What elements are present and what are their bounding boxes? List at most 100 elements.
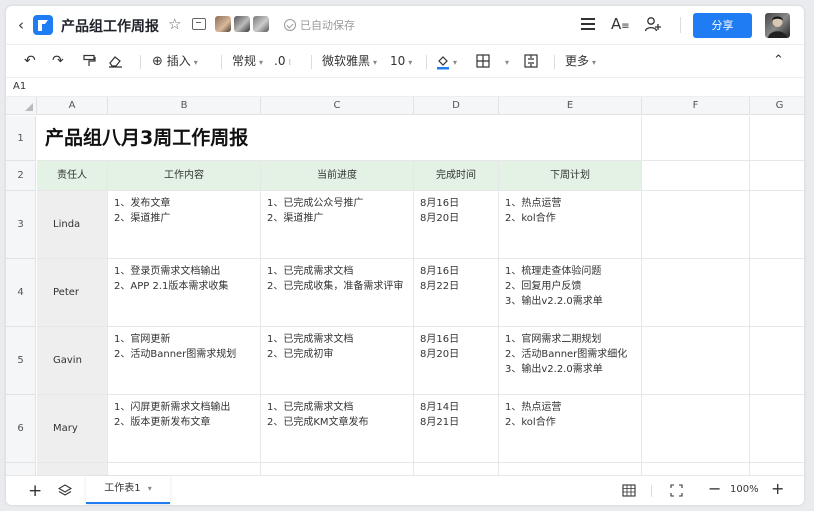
owner-cell[interactable]: Gavin — [37, 327, 108, 395]
row-header-3[interactable]: 3 — [6, 191, 36, 259]
collaborator-avatar[interactable] — [215, 16, 231, 32]
eraser-icon[interactable] — [108, 54, 123, 68]
grid-cell[interactable] — [642, 463, 750, 475]
plan-cell[interactable]: 1、热点运营 2、kol合作 — [499, 191, 642, 259]
collapse-toolbar-icon[interactable]: ⌃ — [773, 45, 784, 77]
add-sheet-icon[interactable]: + — [28, 481, 42, 501]
user-avatar[interactable] — [765, 13, 790, 38]
column-header-g[interactable]: G — [750, 97, 804, 115]
collaborator-avatar[interactable] — [234, 16, 250, 32]
work-cell[interactable]: 1、官网更新 2、活动Banner图需求规划 — [108, 327, 261, 395]
folder-icon[interactable] — [192, 18, 206, 30]
column-header-b[interactable]: B — [108, 97, 261, 115]
header-cell-owner[interactable]: 责任人 — [37, 161, 108, 191]
row-header-7[interactable] — [6, 463, 36, 475]
select-all-corner[interactable] — [6, 97, 37, 115]
grid-cell[interactable] — [414, 463, 499, 475]
row-header-2[interactable]: 2 — [6, 161, 36, 191]
row-header-6[interactable]: 6 — [6, 395, 36, 463]
progress-cell[interactable]: 1、已完成公众号推广 2、渠道推广 — [261, 191, 414, 259]
header-cell-work[interactable]: 工作内容 — [108, 161, 261, 191]
sheet-tab[interactable]: 工作表1 ▾ — [86, 476, 170, 504]
sheet-list-icon[interactable] — [58, 484, 72, 498]
work-cell[interactable]: 1、登录页需求文档输出 2、APP 2.1版本需求收集 — [108, 259, 261, 327]
column-header-e[interactable]: E — [499, 97, 642, 115]
owner-cell[interactable]: Mary — [37, 395, 108, 463]
grid-cell[interactable] — [750, 327, 804, 395]
header-cell-plan[interactable]: 下周计划 — [499, 161, 642, 191]
undo-icon[interactable]: ↶ — [24, 45, 36, 77]
column-header-d[interactable]: D — [414, 97, 499, 115]
grid-cell[interactable] — [642, 327, 750, 395]
decimal-places-control[interactable]: .0 ⁝ — [274, 45, 291, 77]
progress-cell[interactable]: 1、已完成需求文档 2、已完成收集，准备需求评审 — [261, 259, 414, 327]
collaborator-avatar[interactable] — [253, 16, 269, 32]
zoom-out-button[interactable]: − — [708, 479, 721, 498]
column-header-c[interactable]: C — [261, 97, 414, 115]
row-header-5[interactable]: 5 — [6, 327, 36, 395]
font-size-select[interactable]: 10 ▾ — [390, 45, 412, 77]
grid-cell[interactable] — [642, 161, 750, 191]
borders-icon[interactable] — [476, 54, 490, 68]
fullscreen-icon[interactable] — [670, 484, 683, 497]
format-painter-icon[interactable] — [82, 54, 96, 68]
grid-cell[interactable] — [642, 395, 750, 463]
grid-cell[interactable] — [750, 259, 804, 327]
text-size-icon[interactable]: A≡ — [611, 15, 630, 33]
header-cell-date[interactable]: 完成时间 — [414, 161, 499, 191]
back-icon[interactable]: ‹ — [18, 17, 28, 33]
sheet-footer: + 工作表1 ▾ − 100% + — [6, 475, 804, 505]
zoom-level[interactable]: 100% — [730, 484, 759, 495]
date-cell[interactable]: 8月14日 8月21日 — [414, 395, 499, 463]
sheet-tab-caret-icon[interactable]: ▾ — [148, 484, 152, 493]
grid-cell[interactable] — [642, 259, 750, 327]
font-family-select[interactable]: 微软雅黑 ▾ — [322, 45, 377, 77]
app-logo-icon[interactable] — [32, 14, 54, 36]
share-button[interactable]: 分享 — [693, 13, 752, 38]
owner-cell[interactable]: Linda — [37, 191, 108, 259]
date-cell[interactable]: 8月16日 8月22日 — [414, 259, 499, 327]
grid-cell[interactable] — [750, 161, 804, 191]
grid-cell[interactable] — [261, 463, 414, 475]
grid-cell[interactable] — [499, 463, 642, 475]
insert-menu[interactable]: ⊕ 插入 ▾ — [152, 45, 198, 77]
borders-dropdown[interactable]: ▾ — [502, 45, 509, 77]
grid-cell[interactable] — [108, 463, 261, 475]
progress-cell[interactable]: 1、已完成需求文档 2、已完成初审 — [261, 327, 414, 395]
plan-cell[interactable]: 1、热点运营 2、kol合作 — [499, 395, 642, 463]
merge-cells-icon[interactable] — [524, 54, 538, 68]
menu-icon[interactable] — [581, 18, 595, 30]
redo-icon[interactable]: ↷ — [52, 45, 64, 77]
zoom-in-button[interactable]: + — [771, 479, 784, 498]
fill-color-select[interactable]: ▾ — [436, 45, 457, 77]
owner-cell[interactable]: Peter — [37, 259, 108, 327]
grid-cell[interactable] — [37, 463, 108, 475]
number-format-select[interactable]: 常规 ▾ — [232, 45, 263, 77]
grid-view-icon[interactable] — [622, 484, 636, 497]
progress-cell[interactable]: 1、已完成需求文档 2、已完成KM文章发布 — [261, 395, 414, 463]
toolbar-divider — [221, 55, 222, 69]
work-cell[interactable]: 1、发布文章 2、渠道推广 — [108, 191, 261, 259]
work-cell[interactable]: 1、闪屏更新需求文档输出 2、版本更新发布文章 — [108, 395, 261, 463]
row-header-4[interactable]: 4 — [6, 259, 36, 327]
date-cell[interactable]: 8月16日 8月20日 — [414, 327, 499, 395]
toolbar-divider — [426, 55, 427, 69]
sheet-title-cell[interactable]: 产品组八月3周工作周报 — [37, 116, 642, 161]
grid-cell[interactable] — [750, 116, 804, 161]
grid-cell[interactable] — [750, 191, 804, 259]
star-icon[interactable]: ☆ — [168, 15, 181, 33]
grid-cell[interactable] — [750, 395, 804, 463]
date-cell[interactable]: 8月16日 8月20日 — [414, 191, 499, 259]
header-cell-progress[interactable]: 当前进度 — [261, 161, 414, 191]
more-menu[interactable]: 更多 ▾ — [565, 45, 596, 77]
grid-cell[interactable] — [642, 116, 750, 161]
document-title[interactable]: 产品组工作周报 — [61, 16, 159, 36]
column-header-f[interactable]: F — [642, 97, 750, 115]
cell-reference-bar[interactable]: A1 — [6, 77, 804, 97]
add-user-icon[interactable] — [644, 15, 662, 33]
row-header-1[interactable]: 1 — [6, 116, 36, 161]
plan-cell[interactable]: 1、官网需求二期规划 2、活动Banner图需求细化 3、输出v2.2.0需求单 — [499, 327, 642, 395]
column-header-a[interactable]: A — [37, 97, 108, 115]
grid-cell[interactable] — [642, 191, 750, 259]
plan-cell[interactable]: 1、梳理走查体验问题 2、回复用户反馈 3、输出v2.2.0需求单 — [499, 259, 642, 327]
